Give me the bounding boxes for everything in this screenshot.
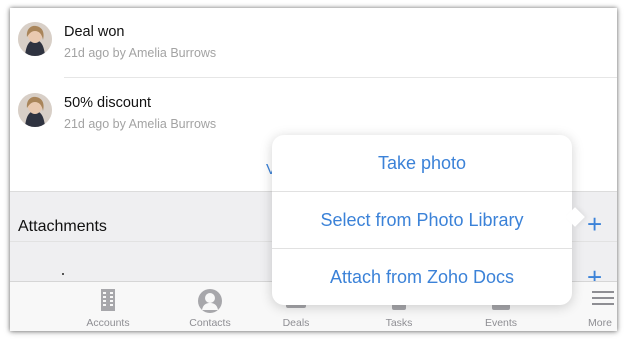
note-item[interactable]: Deal won 21d ago by Amelia Burrows <box>10 8 617 78</box>
menu-icon <box>592 288 614 313</box>
zoho-docs-option[interactable]: Attach from Zoho Docs <box>272 249 572 305</box>
note-meta: 21d ago by Amelia Burrows <box>64 46 217 60</box>
person-icon <box>197 288 223 319</box>
dot <box>62 273 64 275</box>
tab-label: Events <box>484 317 518 329</box>
tab-label: Tasks <box>385 317 413 329</box>
app-screen: Deal won 21d ago by Amelia Burrows 50% d… <box>10 8 617 331</box>
plus-icon[interactable]: + <box>587 211 602 237</box>
tab-label: Contacts <box>189 317 231 329</box>
tab-label: Deals <box>282 317 310 329</box>
tab-contacts[interactable]: Contacts <box>165 282 255 331</box>
tab-accounts[interactable]: Accounts <box>63 282 153 331</box>
photo-library-option[interactable]: Select from Photo Library <box>272 192 572 248</box>
take-photo-option[interactable]: Take photo <box>272 135 572 191</box>
attach-popover: Take photo Select from Photo Library Att… <box>272 135 585 305</box>
tab-label: More <box>588 317 612 329</box>
divider <box>64 77 617 78</box>
note-title: Deal won <box>64 24 125 40</box>
avatar <box>18 22 52 56</box>
attachments-label: Attachments <box>18 218 107 235</box>
note-title: 50% discount <box>64 95 152 111</box>
tab-label: Accounts <box>86 317 130 329</box>
avatar <box>18 93 52 127</box>
building-icon <box>100 288 116 317</box>
note-meta: 21d ago by Amelia Burrows <box>64 117 217 131</box>
